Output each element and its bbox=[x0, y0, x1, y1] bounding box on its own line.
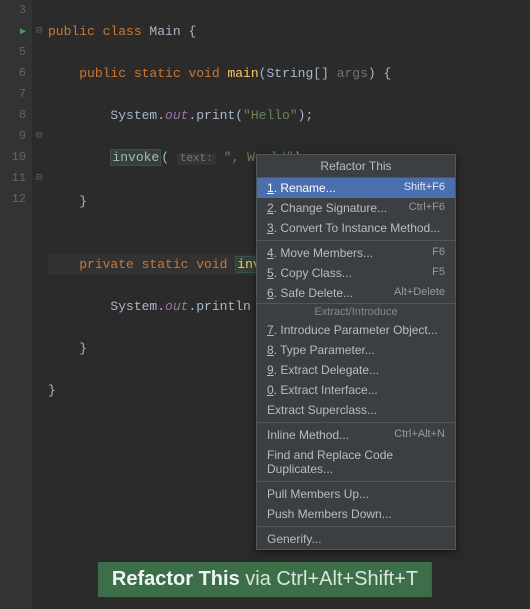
menu-item[interactable]: 6. Safe Delete...Alt+Delete bbox=[257, 283, 455, 303]
menu-subtitle: Extract/Introduce bbox=[257, 303, 455, 320]
menu-shortcut: Shift+F6 bbox=[404, 181, 445, 195]
menu-shortcut: F6 bbox=[432, 246, 445, 260]
menu-shortcut: Ctrl+Alt+N bbox=[394, 428, 445, 442]
menu-item[interactable]: 2. Change Signature...Ctrl+F6 bbox=[257, 198, 455, 218]
run-icon[interactable]: ▶ bbox=[20, 27, 26, 38]
menu-item[interactable]: Generify... bbox=[257, 529, 455, 549]
menu-item[interactable]: 3. Convert To Instance Method... bbox=[257, 218, 455, 238]
fold-end-icon[interactable]: ⊟ bbox=[32, 168, 46, 189]
menu-item[interactable]: Inline Method...Ctrl+Alt+N bbox=[257, 425, 455, 445]
fold-gutter: ⊟ ⊟ ⊟ bbox=[32, 0, 46, 609]
menu-separator bbox=[257, 422, 455, 423]
menu-separator bbox=[257, 481, 455, 482]
menu-item[interactable]: Push Members Down... bbox=[257, 504, 455, 524]
fold-icon[interactable]: ⊟ bbox=[32, 126, 46, 147]
popup-title: Refactor This bbox=[257, 155, 455, 178]
menu-shortcut: Alt+Delete bbox=[394, 286, 445, 300]
fold-icon[interactable]: ⊟ bbox=[32, 21, 46, 42]
inlay-hint: text: bbox=[177, 153, 216, 165]
menu-item[interactable]: 9. Extract Delegate... bbox=[257, 360, 455, 380]
menu-separator bbox=[257, 240, 455, 241]
menu-item[interactable]: 1. Rename...Shift+F6 bbox=[257, 178, 455, 198]
menu-item[interactable]: 4. Move Members...F6 bbox=[257, 243, 455, 263]
menu-item[interactable]: 8. Type Parameter... bbox=[257, 340, 455, 360]
menu-item[interactable]: 0. Extract Interface... bbox=[257, 380, 455, 400]
line-number-gutter: 3 ▶ 5 6 7 8 9 10 11 12 bbox=[0, 0, 32, 609]
menu-separator bbox=[257, 526, 455, 527]
menu-shortcut: Ctrl+F6 bbox=[409, 201, 445, 215]
menu-item[interactable]: 5. Copy Class...F5 bbox=[257, 263, 455, 283]
refactor-this-popup: Refactor This 1. Rename...Shift+F62. Cha… bbox=[256, 154, 456, 550]
tip-banner: Refactor This via Ctrl+Alt+Shift+T bbox=[98, 562, 432, 597]
menu-shortcut: F5 bbox=[432, 266, 445, 280]
method-usage: invoke bbox=[110, 149, 161, 166]
menu-item[interactable]: Pull Members Up... bbox=[257, 484, 455, 504]
menu-item[interactable]: 7. Introduce Parameter Object... bbox=[257, 320, 455, 340]
menu-item[interactable]: Extract Superclass... bbox=[257, 400, 455, 420]
menu-item[interactable]: Find and Replace Code Duplicates... bbox=[257, 445, 455, 479]
